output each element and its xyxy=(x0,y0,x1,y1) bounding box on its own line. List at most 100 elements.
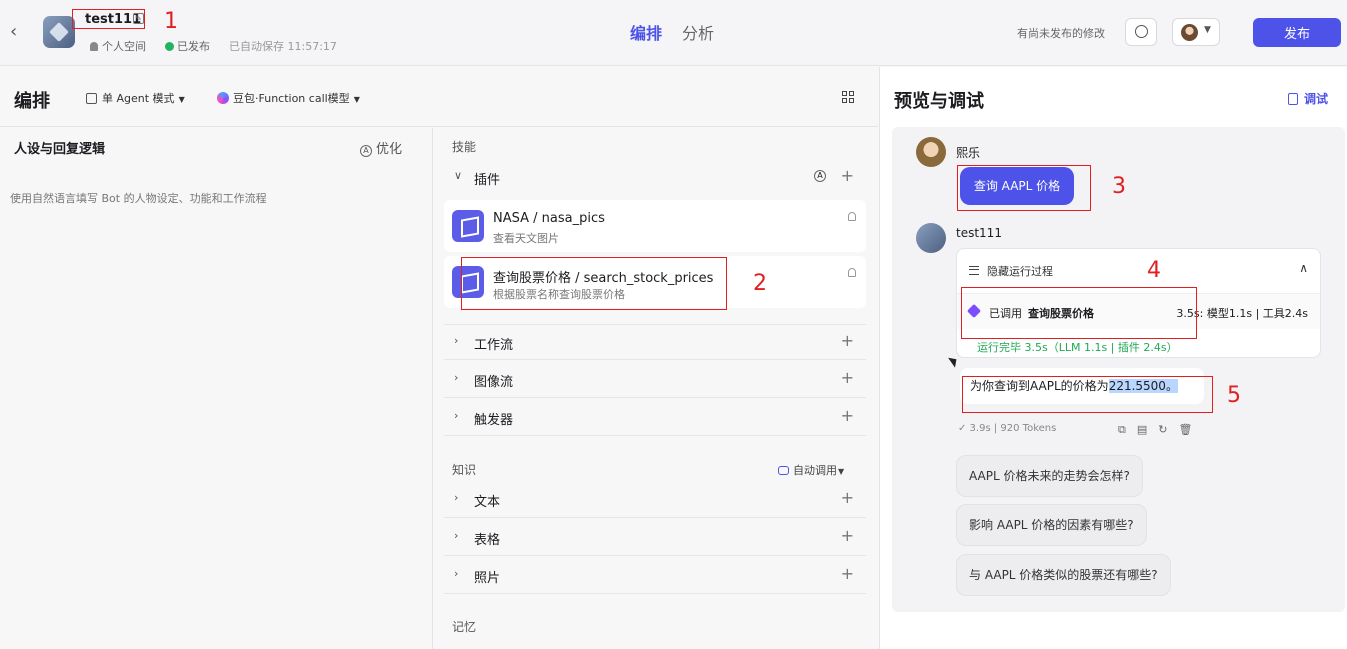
chevron-up-icon[interactable]: ∧ xyxy=(1299,261,1308,275)
debug-doc-icon xyxy=(1288,93,1298,105)
unpublished-note: 有尚未发布的修改 xyxy=(1017,27,1105,40)
caret-down-icon: ▼ xyxy=(838,467,845,476)
add-trigger-icon[interactable]: + xyxy=(841,406,854,425)
auto-plugin-icon[interactable]: A xyxy=(814,170,826,182)
optimize-icon: A xyxy=(360,145,372,157)
auto-call-select[interactable]: 自动调用▼ xyxy=(778,462,844,478)
annotation-number-1: 1 xyxy=(164,9,178,34)
autosave-status: 已自动保存 11:57:17 xyxy=(229,40,337,53)
edit-title: 编排 xyxy=(14,91,50,112)
clock-icon xyxy=(1135,25,1148,38)
user-avatar xyxy=(916,137,946,167)
agent-mode-label: 单 Agent 模式 xyxy=(102,92,175,105)
optimize-button[interactable]: A 优化 xyxy=(360,138,402,157)
annotation-box-3 xyxy=(957,165,1091,211)
imageflow-label: 图像流 xyxy=(474,375,514,390)
space-text: 个人空间 xyxy=(102,40,146,53)
preview-title: 预览与调试 xyxy=(894,91,984,112)
bot-avatar xyxy=(916,223,946,253)
table-knowledge-section[interactable]: › 表格 + xyxy=(444,520,866,556)
hide-process-label: 隐藏运行过程 xyxy=(987,265,1053,278)
plugin-desc: 查看天文图片 xyxy=(493,232,559,245)
add-workflow-icon[interactable]: + xyxy=(841,331,854,350)
user-menu-button[interactable]: ▼ xyxy=(1172,18,1220,46)
text-knowledge-section[interactable]: › 文本 + xyxy=(444,482,866,518)
add-photo-icon[interactable]: + xyxy=(841,564,854,583)
debug-label: 调试 xyxy=(1304,92,1329,106)
annotation-number-5: 5 xyxy=(1227,383,1241,408)
space-label: 个人空间 xyxy=(90,38,146,54)
plugins-label: 插件 xyxy=(474,173,501,188)
auto-call-icon xyxy=(778,466,789,475)
trigger-label: 触发器 xyxy=(474,413,514,428)
user-avatar xyxy=(1181,24,1198,41)
tab-analysis[interactable]: 分析 xyxy=(682,20,714,44)
debug-button[interactable]: 调试 xyxy=(1288,90,1328,107)
history-button[interactable] xyxy=(1125,18,1157,46)
text-label: 文本 xyxy=(474,495,501,510)
regenerate-icon[interactable]: ↻ xyxy=(1158,423,1178,436)
add-plugin-icon[interactable]: + xyxy=(841,166,854,185)
workflow-section[interactable]: › 工作流 + xyxy=(444,324,866,360)
chevron-right-icon: › xyxy=(454,529,459,542)
model-select[interactable]: 豆包·Function call模型 ▼ xyxy=(217,90,360,106)
mode-icon xyxy=(86,93,97,104)
photo-knowledge-section[interactable]: › 照片 + xyxy=(444,558,866,594)
annotation-box-5 xyxy=(962,376,1213,413)
persona-title: 人设与回复逻辑 xyxy=(14,142,106,157)
add-imageflow-icon[interactable]: + xyxy=(841,368,854,387)
plugin-name: NASA / nasa_pics xyxy=(493,211,605,226)
table-label: 表格 xyxy=(474,533,501,548)
chevron-down-icon: ▼ xyxy=(1204,25,1211,35)
skills-panel: 技能 ∨ 插件 A + NASA / nasa_pics 查看天文图片 查询股票… xyxy=(434,128,878,649)
memory-title: 记忆 xyxy=(452,620,477,634)
chevron-right-icon: › xyxy=(454,491,459,504)
plugin-cube-icon xyxy=(452,210,484,242)
add-table-icon[interactable]: + xyxy=(841,526,854,545)
suggestion-chip[interactable]: AAPL 价格未来的走势会怎样? xyxy=(956,455,1143,497)
user-name: 熙乐 xyxy=(956,146,981,160)
agent-mode-select[interactable]: 单 Agent 模式 ▼ xyxy=(86,90,185,106)
publish-button[interactable]: 发布 xyxy=(1253,18,1341,47)
annotation-number-2: 2 xyxy=(753,271,767,296)
caret-down-icon: ▼ xyxy=(178,95,185,104)
annotation-number-3: 3 xyxy=(1112,174,1126,199)
optimize-label: 优化 xyxy=(376,142,403,157)
bot-name: test111 xyxy=(956,226,1002,240)
model-logo-icon xyxy=(217,92,229,104)
plugin-card-nasa[interactable]: NASA / nasa_pics 查看天文图片 xyxy=(444,200,866,252)
plugins-section-header[interactable]: ∨ 插件 A + xyxy=(444,160,866,196)
chevron-right-icon: › xyxy=(454,409,459,422)
published-check-icon xyxy=(165,42,174,51)
person-icon xyxy=(90,42,98,51)
run-done-status: 运行完毕 3.5s（LLM 1.1s | 插件 2.4s） xyxy=(977,341,1178,354)
trigger-section[interactable]: › 触发器 + xyxy=(444,400,866,436)
caret-down-icon: ▼ xyxy=(353,95,360,104)
chevron-down-icon: ∨ xyxy=(454,169,463,182)
annotation-box-2 xyxy=(461,257,727,310)
persona-panel: 人设与回复逻辑 A 优化 使用自然语言填写 Bot 的人物设定、功能和工作流程 xyxy=(0,128,433,649)
tab-arrange[interactable]: 编排 xyxy=(630,20,662,44)
back-arrow-icon[interactable]: ‹ xyxy=(10,22,26,42)
model-label: 豆包·Function call模型 xyxy=(233,92,350,105)
publish-status-text: 已发布 xyxy=(177,40,210,53)
annotation-box-4 xyxy=(961,287,1197,339)
knowledge-title: 知识 xyxy=(452,463,477,477)
suggestion-chip[interactable]: 影响 AAPL 价格的因素有哪些? xyxy=(956,504,1147,546)
chevron-right-icon: › xyxy=(454,334,459,347)
add-text-icon[interactable]: + xyxy=(841,488,854,507)
imageflow-section[interactable]: › 图像流 + xyxy=(444,362,866,398)
top-bar: ‹ test111 ✎ 个人空间 已发布 已自动保存 11:57:17 编排 分… xyxy=(0,0,1347,66)
workflow-label: 工作流 xyxy=(474,338,514,353)
delete-icon[interactable]: 🗑 xyxy=(1178,423,1203,436)
reply-actions: ⧉▤↻🗑 xyxy=(1118,423,1203,437)
auto-call-label: 自动调用 xyxy=(793,464,837,477)
copy-icon[interactable]: ⧉ xyxy=(1118,423,1137,436)
suggestion-chip[interactable]: 与 AAPL 价格类似的股票还有哪些? xyxy=(956,554,1171,596)
annotation-number-4: 4 xyxy=(1147,258,1161,283)
note-icon[interactable]: ▤ xyxy=(1137,423,1158,436)
reply-meta: ✓ 3.9s | 920 Tokens xyxy=(958,423,1057,434)
persona-input[interactable]: 使用自然语言填写 Bot 的人物设定、功能和工作流程 xyxy=(10,190,267,206)
layout-grid-icon[interactable] xyxy=(842,91,854,103)
hide-process-toggle[interactable]: 隐藏运行过程 xyxy=(969,263,1053,279)
